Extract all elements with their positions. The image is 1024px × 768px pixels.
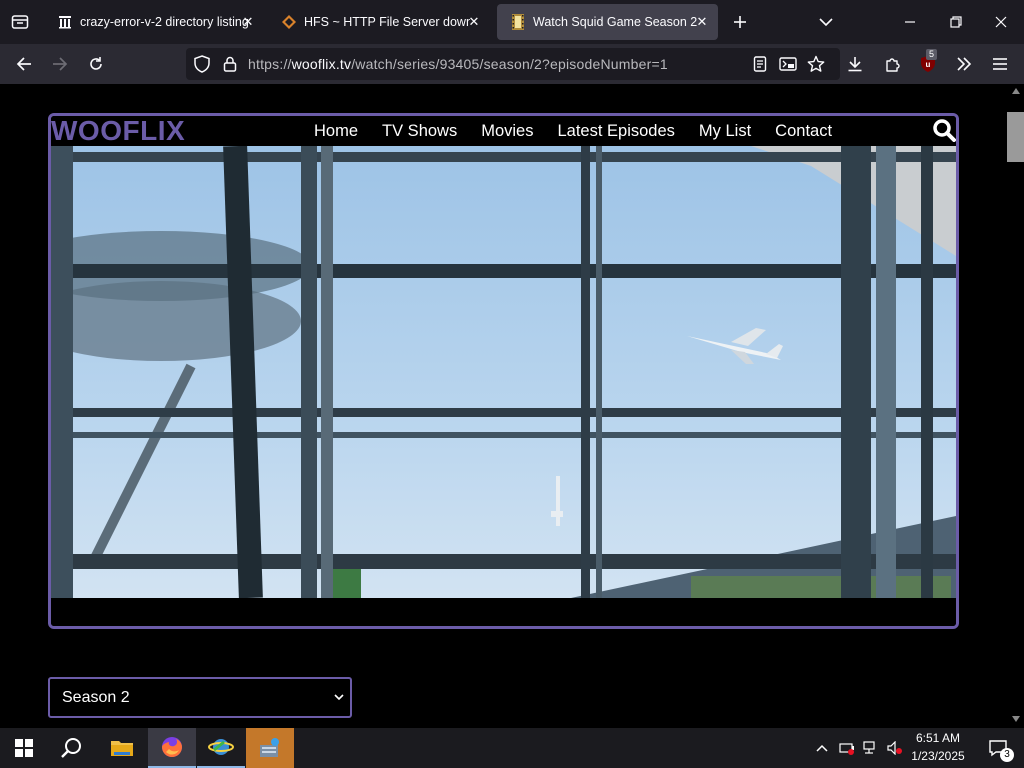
firefox-icon[interactable] bbox=[148, 728, 196, 768]
chevron-down-icon bbox=[334, 679, 344, 716]
tab-watch-squid-game[interactable]: Watch Squid Game Season 2 Episode 1 ✕ bbox=[497, 4, 718, 40]
scrollbar-thumb[interactable] bbox=[1007, 112, 1024, 162]
restore-icon[interactable] bbox=[944, 10, 968, 34]
url-domain: wooflix.tv bbox=[291, 56, 352, 72]
nav-home[interactable]: Home bbox=[314, 116, 358, 146]
season-select-value: Season 2 bbox=[62, 689, 130, 706]
reload-icon[interactable] bbox=[84, 52, 108, 76]
clock-time[interactable]: 6:51 AM bbox=[908, 731, 968, 745]
address-bar[interactable]: https://wooflix.tv/watch/series/93405/se… bbox=[186, 48, 840, 80]
notification-count-badge: 3 bbox=[1000, 748, 1014, 762]
internet-download-manager-icon[interactable] bbox=[197, 728, 245, 768]
player-frame: WOOFLIX Home TV Shows Movies Latest Epis… bbox=[48, 113, 959, 629]
close-icon[interactable]: ✕ bbox=[466, 14, 482, 30]
hfs-icon bbox=[282, 15, 296, 29]
ublock-origin-icon[interactable]: u 5 bbox=[917, 49, 941, 76]
picture-in-picture-icon[interactable] bbox=[776, 52, 800, 76]
nav-movies[interactable]: Movies bbox=[481, 116, 533, 146]
extension-badge-count: 5 bbox=[926, 49, 938, 60]
page-scrollbar[interactable] bbox=[1008, 84, 1024, 728]
lock-icon[interactable] bbox=[218, 52, 242, 76]
video-player[interactable] bbox=[51, 146, 956, 598]
url-scheme: https:// bbox=[248, 56, 292, 72]
reader-view-icon[interactable] bbox=[748, 52, 772, 76]
tab-bar: crazy-error-v-2 directory listing ✕ HFS … bbox=[0, 0, 1024, 44]
windows-taskbar: 6:51 AM 1/23/2025 3 bbox=[0, 728, 1024, 768]
site-logo[interactable]: WOOFLIX bbox=[51, 116, 185, 146]
url-text[interactable]: https://wooflix.tv/watch/series/93405/se… bbox=[248, 56, 668, 72]
film-icon bbox=[511, 14, 525, 30]
overflow-chevrons-icon[interactable] bbox=[952, 52, 976, 76]
close-icon[interactable]: ✕ bbox=[694, 14, 710, 30]
new-tab-icon[interactable] bbox=[728, 10, 752, 34]
site-header: WOOFLIX Home TV Shows Movies Latest Epis… bbox=[51, 116, 956, 146]
video-frame-airport-window bbox=[51, 146, 956, 598]
forward-arrow-icon[interactable] bbox=[48, 52, 72, 76]
minimize-icon[interactable] bbox=[898, 10, 922, 34]
video-controls-bar[interactable] bbox=[51, 598, 956, 626]
browser-chrome: crazy-error-v-2 directory listing ✕ HFS … bbox=[0, 0, 1024, 84]
windows-start-icon[interactable] bbox=[0, 728, 48, 768]
bookmark-star-icon[interactable] bbox=[804, 52, 828, 76]
tab-title: Watch Squid Game Season 2 Episode 1 bbox=[533, 15, 697, 29]
downloads-icon[interactable] bbox=[843, 52, 867, 76]
notifications-icon[interactable]: 3 bbox=[978, 728, 1018, 768]
tab-title: crazy-error-v-2 directory listing bbox=[80, 15, 249, 29]
url-path: /watch/series/93405/season/2?episodeNumb… bbox=[351, 56, 668, 72]
svg-text:u: u bbox=[926, 60, 931, 69]
tab-directory-listing[interactable]: crazy-error-v-2 directory listing ✕ bbox=[44, 4, 264, 40]
extensions-puzzle-icon[interactable] bbox=[881, 52, 905, 76]
tab-title: HFS ~ HTTP File Server download bbox=[304, 15, 470, 29]
columns-icon bbox=[58, 15, 72, 29]
back-arrow-icon[interactable] bbox=[12, 52, 36, 76]
tab-manager-icon[interactable] bbox=[8, 10, 32, 34]
network-icon[interactable] bbox=[860, 728, 882, 768]
hfs-server-icon[interactable] bbox=[246, 728, 294, 768]
window-close-icon[interactable] bbox=[989, 10, 1013, 34]
site-nav: Home TV Shows Movies Latest Episodes My … bbox=[314, 116, 856, 146]
shield-icon[interactable] bbox=[190, 52, 214, 76]
search-icon[interactable] bbox=[48, 728, 96, 768]
battery-icon[interactable] bbox=[836, 728, 858, 768]
nav-my-list[interactable]: My List bbox=[699, 116, 751, 146]
scroll-up-icon[interactable] bbox=[1012, 88, 1020, 94]
nav-tv-shows[interactable]: TV Shows bbox=[382, 116, 457, 146]
list-all-tabs-chevron-icon[interactable] bbox=[814, 10, 838, 34]
nav-contact[interactable]: Contact bbox=[775, 116, 832, 146]
search-icon[interactable] bbox=[932, 118, 956, 142]
file-explorer-icon[interactable] bbox=[98, 728, 146, 768]
nav-latest-episodes[interactable]: Latest Episodes bbox=[557, 116, 674, 146]
scroll-down-icon[interactable] bbox=[1012, 716, 1020, 722]
close-icon[interactable]: ✕ bbox=[240, 14, 256, 30]
hamburger-menu-icon[interactable] bbox=[988, 52, 1012, 76]
volume-muted-icon[interactable] bbox=[884, 728, 906, 768]
season-select[interactable]: Season 2 bbox=[48, 677, 352, 718]
clock-date[interactable]: 1/23/2025 bbox=[908, 749, 968, 763]
show-hidden-icons-chevron-icon[interactable] bbox=[810, 728, 834, 768]
tab-hfs[interactable]: HFS ~ HTTP File Server download ✕ bbox=[268, 4, 490, 40]
